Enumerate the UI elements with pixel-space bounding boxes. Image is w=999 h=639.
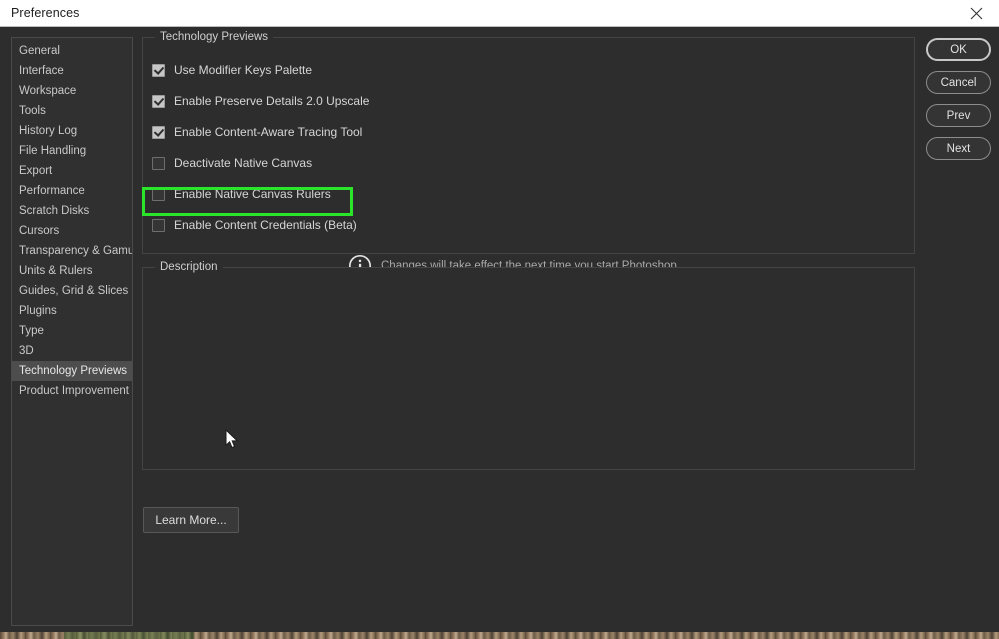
checkbox-enable-preserve-details[interactable] [152,94,165,108]
ok-button[interactable]: OK [926,38,991,61]
sidebar-item-type[interactable]: Type [12,321,132,341]
desktop-wallpaper-strip [0,632,999,639]
checkbox-label-enable-preserve-details: Enable Preserve Details 2.0 Upscale [174,94,370,108]
checkbox-enable-native-canvas-rulers[interactable] [152,187,165,201]
checkbox-deactivate-native-canvas[interactable] [152,156,165,170]
checkbox-row-enable-content-credentials[interactable]: Enable Content Credentials (Beta) [152,214,357,236]
checkbox-label-deactivate-native-canvas: Deactivate Native Canvas [174,156,313,170]
window-title: Preferences [11,6,80,20]
sidebar-item-file-handling[interactable]: File Handling [12,141,132,161]
sidebar-item-scratch-disks[interactable]: Scratch Disks [12,201,132,221]
sidebar-item-tools[interactable]: Tools [12,101,132,121]
close-icon[interactable] [953,0,999,26]
checkbox-label-enable-content-credentials: Enable Content Credentials (Beta) [174,218,357,232]
checkbox-row-enable-native-canvas-rulers[interactable]: Enable Native Canvas Rulers [152,183,331,205]
next-button[interactable]: Next [926,137,991,160]
sidebar-item-technology-previews[interactable]: Technology Previews [12,361,132,381]
checkbox-enable-content-aware-tracing-tool[interactable] [152,125,165,139]
technology-previews-group: Technology Previews Use Modifier Keys Pa… [142,31,915,278]
description-body [153,284,904,459]
checkbox-row-use-modifier-keys-palette[interactable]: Use Modifier Keys Palette [152,59,312,81]
learn-more-button[interactable]: Learn More... [143,507,239,533]
checkbox-row-enable-preserve-details[interactable]: Enable Preserve Details 2.0 Upscale [152,90,369,112]
sidebar-item-export[interactable]: Export [12,161,132,181]
preferences-dialog: Preferences General Interface Workspace … [0,0,999,639]
sidebar-item-history-log[interactable]: History Log [12,121,132,141]
cancel-button[interactable]: Cancel [926,71,991,94]
sidebar-item-general[interactable]: General [12,41,132,61]
checkbox-use-modifier-keys-palette[interactable] [152,63,165,77]
title-bar: Preferences [0,0,999,27]
checkbox-label-enable-native-canvas-rulers: Enable Native Canvas Rulers [174,187,331,201]
sidebar-item-plugins[interactable]: Plugins [12,301,132,321]
sidebar-item-interface[interactable]: Interface [12,61,132,81]
sidebar-item-performance[interactable]: Performance [12,181,132,201]
sidebar-item-transparency-gamut[interactable]: Transparency & Gamut [12,241,132,261]
checkbox-row-enable-content-aware-tracing-tool[interactable]: Enable Content-Aware Tracing Tool [152,121,362,143]
dialog-body: General Interface Workspace Tools Histor… [0,27,999,632]
sidebar-item-units-rulers[interactable]: Units & Rulers [12,261,132,281]
sidebar-item-cursors[interactable]: Cursors [12,221,132,241]
checkbox-label-use-modifier-keys-palette: Use Modifier Keys Palette [174,63,313,77]
group-title-technology-previews: Technology Previews [155,31,274,43]
group-title-description: Description [155,261,223,273]
sidebar-item-workspace[interactable]: Workspace [12,81,132,101]
sidebar-item-guides-grid-slices[interactable]: Guides, Grid & Slices [12,281,132,301]
preferences-category-list[interactable]: General Interface Workspace Tools Histor… [11,37,133,626]
prev-button[interactable]: Prev [926,104,991,127]
checkbox-label-enable-content-aware-tracing-tool: Enable Content-Aware Tracing Tool [174,125,363,139]
sidebar-item-3d[interactable]: 3D [12,341,132,361]
checkbox-enable-content-credentials[interactable] [152,218,165,232]
checkbox-row-deactivate-native-canvas[interactable]: Deactivate Native Canvas [152,152,312,174]
sidebar-item-product-improvement[interactable]: Product Improvement [12,381,132,401]
description-group: Description [142,261,915,470]
